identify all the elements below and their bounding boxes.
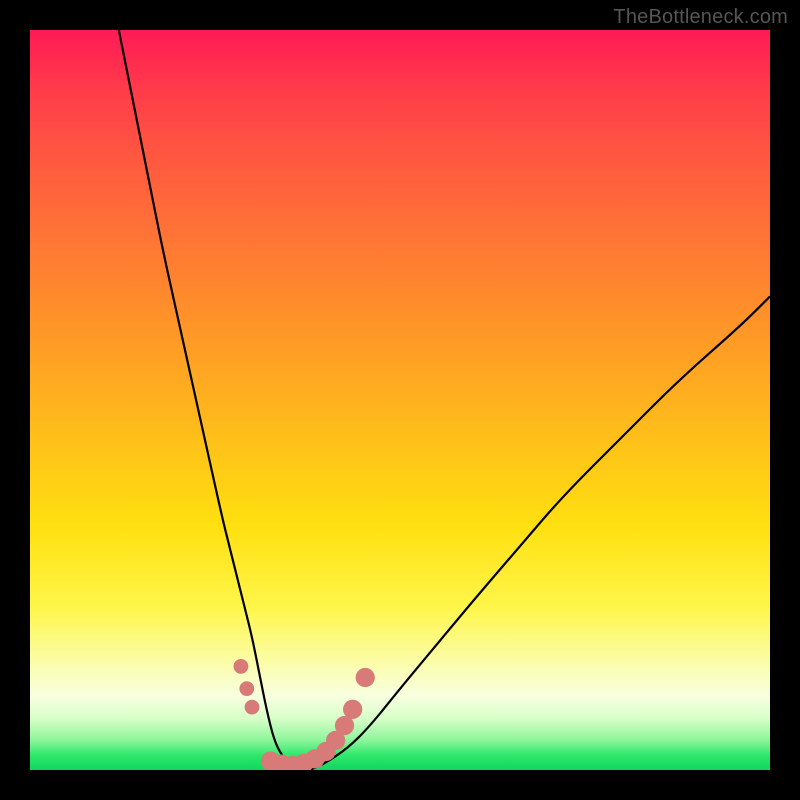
curve-marker — [245, 700, 260, 715]
bottleneck-curve — [119, 30, 770, 770]
curve-markers — [234, 659, 375, 770]
watermark-text: TheBottleneck.com — [613, 6, 788, 29]
curve-marker — [335, 716, 354, 735]
chart-frame: TheBottleneck.com — [0, 0, 800, 800]
curve-svg — [30, 30, 770, 770]
plot-area — [30, 30, 770, 770]
curve-marker — [343, 700, 362, 719]
curve-marker — [356, 668, 375, 687]
curve-marker — [234, 659, 249, 674]
curve-marker — [239, 681, 254, 696]
